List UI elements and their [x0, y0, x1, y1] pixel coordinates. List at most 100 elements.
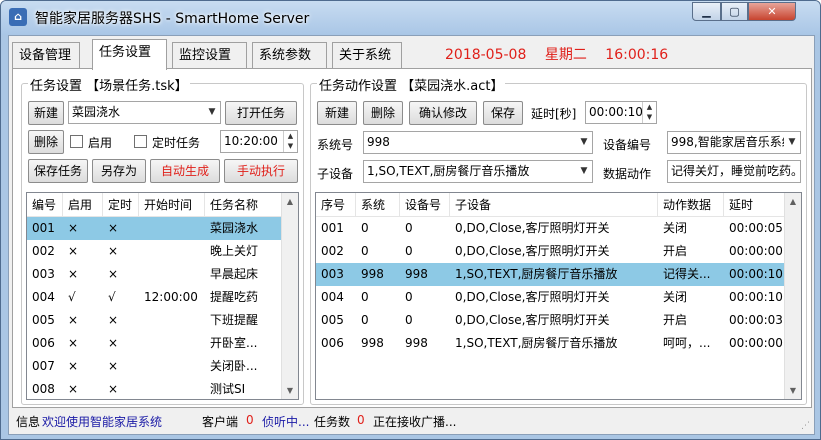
status-bar: 信息 欢迎使用智能家居系统 客户端 0 侦听中... 任务数 0 正在接收广播.…: [12, 409, 812, 433]
column-header[interactable]: 子设备: [450, 193, 658, 217]
status-listening: 侦听中...: [262, 415, 310, 429]
task-settings-group: 任务设置 【场景任务.tsk】 新建 菜园浇水 ▼ 打开任务 删除 启用 定时任…: [21, 75, 304, 405]
tab-about[interactable]: 关于系统: [332, 42, 402, 69]
table-cell: 1,SO,TEXT,厨房餐厅音乐播放: [455, 336, 618, 350]
current-datetime: 2018-05-08 星期二 16:00:16: [445, 44, 682, 64]
table-cell: √: [68, 290, 76, 304]
task-list[interactable]: 编号 启用 定时 开始时间 任务名称 001 × × 菜园浇水 002 × × 晚上关灯 003…: [26, 192, 299, 400]
table-cell: 0: [361, 313, 369, 327]
table-row[interactable]: 005 0 0 0,DO,Close,客厅照明灯开关 开启 00:00:03: [316, 309, 801, 332]
system-no-select[interactable]: 998 ▼: [363, 131, 593, 154]
table-cell: 998: [361, 267, 384, 281]
column-header[interactable]: 启用: [63, 193, 103, 217]
table-cell: 001: [32, 221, 55, 235]
action-settings-group: 任务动作设置 【菜园浇水.act】 新建 删除 确认修改 保存 延时[秒] 00…: [310, 75, 807, 405]
action-new-button[interactable]: 新建: [317, 101, 357, 125]
tab-task-settings[interactable]: 任务设置: [92, 39, 167, 70]
action-delete-button[interactable]: 删除: [363, 101, 403, 125]
table-cell: 0: [405, 290, 413, 304]
tab-monitor-settings[interactable]: 监控设置: [172, 42, 247, 69]
action-list-header: 序号 系统 设备号 子设备 动作数据 延时: [316, 193, 801, 217]
chevron-down-icon[interactable]: ▼: [204, 102, 220, 123]
save-task-button[interactable]: 保存任务: [28, 159, 88, 183]
table-cell: 记得关...: [663, 267, 711, 281]
resize-grip-icon[interactable]: ⋰: [801, 421, 810, 431]
table-row[interactable]: 003 998 998 1,SO,TEXT,厨房餐厅音乐播放 记得关... 00:00:1…: [316, 263, 801, 286]
table-cell: [139, 378, 205, 399]
column-header[interactable]: 序号: [316, 193, 356, 217]
device-no-select[interactable]: 998,智能家居音乐系统 ▼: [667, 131, 801, 154]
scroll-up-icon[interactable]: ▲: [785, 193, 801, 210]
auto-generate-button[interactable]: 自动生成: [150, 159, 220, 183]
table-cell: 1,SO,TEXT,厨房餐厅音乐播放: [455, 267, 618, 281]
chevron-down-icon[interactable]: ▼: [576, 132, 592, 153]
column-header[interactable]: 编号: [27, 193, 63, 217]
table-cell: ×: [68, 382, 79, 396]
task-delete-button[interactable]: 删除: [28, 130, 64, 154]
table-row[interactable]: 006 × × 开卧室...: [27, 332, 298, 355]
home-icon: ⌂: [9, 8, 27, 26]
table-row[interactable]: 004 0 0 0,DO,Close,客厅照明灯开关 关闭 00:00:10: [316, 286, 801, 309]
status-task-count: 0: [357, 413, 365, 427]
table-row[interactable]: 001 0 0 0,DO,Close,客厅照明灯开关 关闭 00:00:05: [316, 217, 801, 240]
table-cell: 0,DO,Close,客厅照明灯开关: [455, 221, 610, 235]
table-cell: 00:00:03: [729, 313, 783, 327]
scroll-down-icon[interactable]: ▼: [282, 382, 298, 399]
column-header[interactable]: 任务名称: [205, 193, 283, 217]
table-row[interactable]: 001 × × 菜园浇水: [27, 217, 298, 240]
save-as-button[interactable]: 另存为: [92, 159, 146, 183]
action-save-button[interactable]: 保存: [483, 101, 523, 125]
delay-spinner[interactable]: 00:00:10 ▲ ▼: [585, 101, 657, 124]
scroll-up-icon[interactable]: ▲: [282, 193, 298, 210]
open-task-button[interactable]: 打开任务: [225, 101, 297, 125]
subdevice-select[interactable]: 1,SO,TEXT,厨房餐厅音乐播放 ▼: [363, 160, 593, 183]
timed-task-checkbox[interactable]: [134, 135, 147, 148]
column-header[interactable]: 动作数据: [658, 193, 724, 217]
spinner-arrows-icon[interactable]: ▲ ▼: [642, 102, 656, 123]
timed-task-label: 定时任务: [152, 136, 201, 150]
table-row[interactable]: 005 × × 下班提醒: [27, 309, 298, 332]
scroll-down-icon[interactable]: ▼: [785, 382, 801, 399]
table-row[interactable]: 003 × × 早晨起床: [27, 263, 298, 286]
table-cell: [139, 263, 205, 286]
spinner-arrows-icon[interactable]: ▲ ▼: [283, 131, 297, 152]
enable-checkbox[interactable]: [70, 135, 83, 148]
column-header[interactable]: 系统: [356, 193, 400, 217]
table-row[interactable]: 007 × × 关闭卧...: [27, 355, 298, 378]
confirm-edit-button[interactable]: 确认修改: [409, 101, 477, 125]
column-header[interactable]: 设备号: [400, 193, 450, 217]
table-cell: 0: [361, 244, 369, 258]
task-select[interactable]: 菜园浇水 ▼: [68, 101, 221, 124]
status-client-label: 客户端: [202, 415, 239, 429]
chevron-down-icon[interactable]: ▼: [784, 132, 800, 153]
table-row[interactable]: 006 998 998 1,SO,TEXT,厨房餐厅音乐播放 呵呵，... 00:00:0…: [316, 332, 801, 355]
manual-execute-button[interactable]: 手动执行: [224, 159, 298, 183]
table-row[interactable]: 002 × × 晚上关灯: [27, 240, 298, 263]
table-cell: 005: [32, 313, 55, 327]
close-icon[interactable]: ✕: [748, 2, 796, 21]
table-row[interactable]: 008 × × 测试SI: [27, 378, 298, 399]
column-header[interactable]: 开始时间: [139, 193, 205, 217]
action-list[interactable]: 序号 系统 设备号 子设备 动作数据 延时 001 0 0 0,DO,Close,客厅…: [315, 192, 802, 400]
task-new-button[interactable]: 新建: [28, 101, 64, 125]
table-cell: 0,DO,Close,客厅照明灯开关: [455, 244, 610, 258]
tab-device-management[interactable]: 设备管理: [12, 42, 80, 69]
table-row[interactable]: 004 √ √ 12:00:00 提醒吃药: [27, 286, 298, 309]
task-list-scrollbar[interactable]: ▲ ▼: [281, 193, 298, 399]
column-header[interactable]: 延时: [724, 193, 786, 217]
minimize-icon[interactable]: ▁: [692, 2, 721, 21]
data-action-input[interactable]: 记得关灯，睡觉前吃药。: [667, 160, 801, 183]
task-settings-page: 任务设置 【场景任务.tsk】 新建 菜园浇水 ▼ 打开任务 删除 启用 定时任…: [12, 68, 812, 408]
chevron-down-icon[interactable]: ▼: [576, 161, 592, 182]
task-group-label: 任务设置 【场景任务.tsk】: [28, 75, 190, 94]
table-cell: 开卧室...: [210, 336, 258, 350]
task-time-spinner[interactable]: 10:20:00 ▲ ▼: [220, 130, 298, 153]
table-row[interactable]: 002 0 0 0,DO,Close,客厅照明灯开关 开启 00:00:00: [316, 240, 801, 263]
column-header[interactable]: 定时: [103, 193, 139, 217]
tab-system-params[interactable]: 系统参数: [252, 42, 327, 69]
action-list-scrollbar[interactable]: ▲ ▼: [784, 193, 801, 399]
status-receiving: 正在接收广播...: [373, 415, 457, 429]
maximize-icon[interactable]: ▢: [721, 2, 748, 21]
table-cell: 关闭: [663, 290, 688, 304]
table-cell: ×: [68, 267, 79, 281]
